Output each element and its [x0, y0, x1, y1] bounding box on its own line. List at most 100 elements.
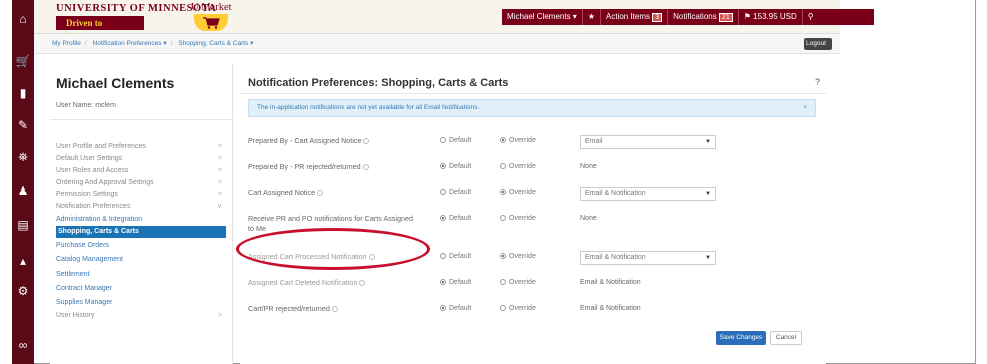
default-radio[interactable]: Default	[440, 279, 471, 286]
assets-icon[interactable]: ▴	[12, 252, 34, 270]
radio-label: Override	[509, 215, 536, 222]
info-icon[interactable]	[331, 306, 338, 313]
default-radio[interactable]: Default	[440, 253, 471, 260]
cancel-button[interactable]: Cancel	[770, 331, 802, 345]
default-radio[interactable]: Default	[440, 163, 471, 170]
sidebar-item-user-profile[interactable]: User Profile and Preferences >	[56, 141, 226, 153]
settings-icon[interactable]: ⚙	[12, 282, 34, 300]
radio-icon	[500, 163, 506, 170]
user-menu[interactable]: Michael Clements ▾	[502, 9, 583, 25]
preference-row: Cart/PR rejected/returned Default Overri…	[240, 301, 826, 325]
breadcrumb-notification-preferences[interactable]: Notification Preferences ▾	[93, 40, 167, 47]
radio-icon	[440, 253, 446, 260]
divider	[50, 119, 233, 120]
sidebar-item-label: Ordering And Approval Settings	[56, 179, 154, 186]
info-icon[interactable]	[317, 190, 324, 197]
default-radio[interactable]: Default	[440, 215, 471, 222]
default-radio[interactable]: Default	[440, 305, 471, 312]
info-icon[interactable]	[362, 164, 369, 171]
radio-label: Default	[449, 137, 472, 144]
close-icon[interactable]: ×	[803, 100, 807, 116]
search-icon[interactable]: ⚲	[803, 9, 819, 25]
sidebar-item-notification-preferences[interactable]: Notification Preferences ∨	[56, 201, 226, 213]
sidebar-subitem-supplies-manager[interactable]: Supplies Manager	[56, 297, 226, 309]
documents-icon[interactable]: ▮	[12, 84, 34, 102]
sidebar-item-label: User Profile and Preferences	[56, 143, 146, 150]
sidebar-subitem-settlement[interactable]: Settlement	[56, 269, 226, 281]
chevron-right-icon: >	[217, 155, 222, 162]
override-radio[interactable]: Override	[500, 253, 536, 260]
action-items-link[interactable]: Action Items 3	[601, 9, 669, 25]
breadcrumb-shopping-carts[interactable]: Shopping, Carts & Carts ▾	[178, 40, 253, 47]
preference-label: Cart Assigned Notice	[248, 188, 413, 198]
preference-label: Cart/PR rejected/returned	[248, 304, 413, 314]
override-radio[interactable]: Override	[500, 305, 536, 312]
override-radio[interactable]: Override	[500, 163, 536, 170]
search-glasses-icon[interactable]: ∞	[12, 336, 34, 354]
notification-method-select[interactable]: Email ▼	[580, 135, 716, 149]
sidebar-subitem-shopping-carts[interactable]: Shopping, Carts & Carts	[56, 226, 226, 238]
sidebar-subitem-administration[interactable]: Administration & Integration	[56, 214, 226, 226]
suppliers-icon[interactable]: ♟	[12, 182, 34, 200]
notifications-link[interactable]: Notifications 21	[668, 9, 739, 25]
radio-icon	[440, 189, 446, 196]
radio-icon	[500, 137, 506, 144]
radio-icon	[440, 305, 446, 312]
override-radio[interactable]: Override	[500, 279, 536, 286]
breadcrumb-my-profile[interactable]: My Profile	[52, 40, 81, 47]
notification-method-select[interactable]: Email & Notification ▼	[580, 251, 716, 265]
radio-icon	[500, 215, 506, 222]
tagline: Driven to Discover™	[56, 16, 144, 42]
sidebar-item-label: User Roles and Access	[56, 167, 129, 174]
notification-preferences-panel: Notification Preferences: Shopping, Cart…	[240, 63, 826, 364]
default-radio[interactable]: Default	[440, 189, 471, 196]
reports-icon[interactable]: ▤	[12, 216, 34, 234]
favorites-star-icon[interactable]: ★	[583, 9, 601, 25]
radio-label: Default	[449, 279, 472, 286]
action-items-label: Action Items	[606, 12, 651, 21]
chevron-right-icon: >	[217, 179, 222, 186]
override-radio[interactable]: Override	[500, 215, 536, 222]
radio-label: Override	[509, 189, 536, 196]
default-radio[interactable]: Default	[440, 137, 471, 144]
top-header: UNIVERSITY OF MINNESOTA Driven to Discov…	[34, 0, 874, 42]
umarket-cart-logo[interactable]	[194, 14, 228, 31]
sidebar-item-roles-access[interactable]: User Roles and Access >	[56, 165, 226, 177]
radio-icon	[500, 253, 506, 260]
notifications-label: Notifications	[673, 12, 717, 21]
preference-label-text: Assigned Cart Deleted Notification	[248, 278, 358, 287]
preference-row: Assigned Cart Deleted Notification Defau…	[240, 275, 826, 299]
edit-icon[interactable]: ✎	[12, 116, 34, 134]
sidebar-item-permission-settings[interactable]: Permission Settings >	[56, 189, 226, 201]
radio-icon	[440, 215, 446, 222]
radio-label: Default	[449, 163, 472, 170]
sidebar-item-default-settings[interactable]: Default User Settings >	[56, 153, 226, 165]
notification-method-select[interactable]: Email & Notification ▼	[580, 187, 716, 201]
sidebar-subitem-contract-manager[interactable]: Contract Manager	[56, 283, 226, 295]
logout-button[interactable]: Logout	[804, 38, 832, 50]
info-icon[interactable]	[359, 280, 366, 287]
sidebar-subitem-purchase-orders[interactable]: Purchase Orders	[56, 240, 226, 252]
sidebar-subitem-catalog-management[interactable]: Catalog Management	[56, 254, 226, 266]
radio-icon	[440, 279, 446, 286]
divider	[240, 93, 826, 94]
override-radio[interactable]: Override	[500, 137, 536, 144]
app-name[interactable]: U Market	[191, 2, 232, 13]
radio-icon	[440, 137, 446, 144]
save-changes-button[interactable]: Save Changes	[716, 331, 766, 345]
preference-row: Prepared By - Cart Assigned Notice Defau…	[240, 133, 826, 157]
preference-label-text: Cart/PR rejected/returned	[248, 304, 330, 313]
cart-total-link[interactable]: ⚑ 153.95 USD	[739, 9, 803, 25]
override-radio[interactable]: Override	[500, 189, 536, 196]
radio-label: Override	[509, 305, 536, 312]
cart-icon: ⚑	[743, 12, 751, 21]
select-value: Email & Notification	[585, 254, 646, 261]
sidebar-item-ordering-approval[interactable]: Ordering And Approval Settings >	[56, 177, 226, 189]
shop-cart-icon[interactable]: 🛒	[12, 52, 34, 70]
help-icon[interactable]: ?	[815, 77, 820, 87]
sidebar-item-user-history[interactable]: User History >	[56, 310, 226, 322]
institution-icon[interactable]: ⛯	[12, 148, 34, 166]
info-icon[interactable]	[363, 138, 370, 145]
home-icon[interactable]: ⌂	[12, 10, 34, 28]
notifications-count: 21	[718, 13, 733, 22]
